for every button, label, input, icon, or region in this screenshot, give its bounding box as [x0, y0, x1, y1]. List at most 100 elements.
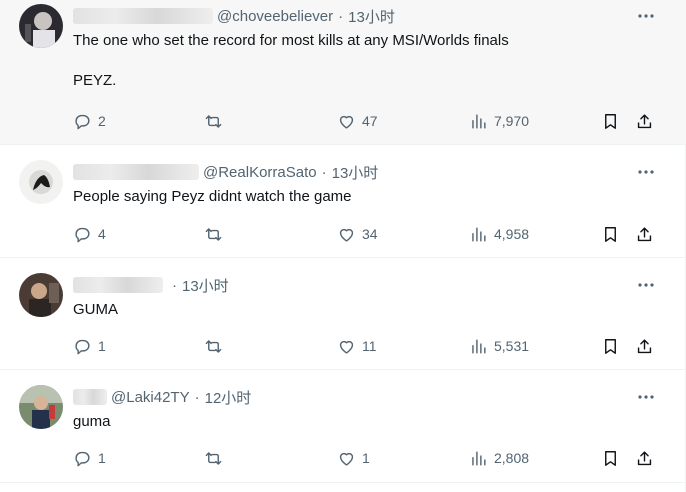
share-button[interactable] [635, 448, 660, 468]
like-button[interactable]: 47 [337, 111, 378, 131]
like-count: 47 [362, 113, 378, 129]
retweet-button[interactable] [204, 336, 229, 356]
retweet-icon [205, 114, 222, 128]
retweet-button[interactable] [204, 448, 229, 468]
like-count: 11 [362, 338, 377, 354]
tweet[interactable]: @Laki42TY · 12小时 guma 1 1 2,808 [0, 370, 686, 483]
avatar[interactable] [19, 385, 63, 429]
user-handle[interactable]: @Laki42TY [111, 389, 190, 406]
reply-button[interactable]: 1 [73, 448, 106, 468]
tweet-text: The one who set the record for most kill… [73, 32, 509, 89]
tweet-text: GUMA [73, 301, 118, 318]
timestamp[interactable]: 13小时 [182, 275, 229, 296]
more-icon[interactable] [636, 6, 656, 26]
retweet-icon [205, 451, 222, 465]
action-bar: 4 34 4,958 [73, 224, 663, 244]
reply-icon [75, 114, 90, 129]
user-handle[interactable]: @choveebeliever [217, 8, 333, 25]
separator-dot: · [172, 276, 177, 294]
action-bar: 1 1 2,808 [73, 448, 663, 468]
more-icon[interactable] [636, 387, 656, 407]
share-icon [637, 450, 652, 465]
heart-icon [339, 452, 354, 466]
user-handle[interactable]: @RealKorraSato [203, 164, 317, 181]
retweet-button[interactable] [204, 111, 229, 131]
reply-count: 1 [98, 450, 106, 466]
like-button[interactable]: 1 [337, 448, 370, 468]
reply-button[interactable]: 4 [73, 224, 106, 244]
separator-dot: · [321, 163, 327, 181]
reply-icon [75, 451, 90, 466]
tweet-header: · 13小时 [73, 275, 229, 295]
bookmark-icon [605, 226, 616, 242]
tweet-header: @Laki42TY · 12小时 [73, 387, 251, 407]
views-button[interactable]: 4,958 [469, 224, 529, 244]
views-button[interactable]: 5,531 [469, 336, 529, 356]
reply-count: 4 [98, 226, 106, 242]
share-icon [637, 226, 652, 241]
timestamp[interactable]: 13小时 [348, 6, 395, 27]
reply-icon [75, 339, 90, 354]
reply-button[interactable]: 2 [73, 111, 106, 131]
more-icon[interactable] [636, 162, 656, 182]
bar-chart-icon [472, 450, 486, 466]
view-count: 2,808 [494, 450, 530, 466]
tweet-header: @RealKorraSato · 13小时 [73, 162, 378, 182]
bookmark-icon [605, 450, 616, 466]
tweet[interactable]: · 13小时 GUMA 1 11 5,531 [0, 258, 686, 370]
timestamp[interactable]: 12小时 [205, 387, 252, 408]
retweet-icon [205, 227, 222, 241]
reply-feed: @choveebeliever · 13小时 The one who set t… [0, 0, 686, 492]
heart-icon [339, 115, 354, 129]
retweet-icon [205, 339, 222, 353]
bar-chart-icon [472, 338, 486, 354]
bookmark-button[interactable] [601, 111, 626, 131]
tweet[interactable]: @RealKorraSato · 13小时 People saying Peyz… [0, 145, 686, 258]
like-button[interactable]: 11 [337, 336, 377, 356]
share-button[interactable] [635, 336, 660, 356]
views-button[interactable]: 7,970 [469, 111, 529, 131]
avatar[interactable] [19, 4, 63, 48]
heart-icon [339, 228, 354, 242]
reply-count: 1 [98, 338, 106, 354]
tweet[interactable]: @choveebeliever · 13小时 The one who set t… [0, 0, 686, 145]
reply-button[interactable]: 1 [73, 336, 106, 356]
separator-dot: · [194, 388, 200, 406]
like-button[interactable]: 34 [337, 224, 378, 244]
action-bar: 1 11 5,531 [73, 336, 663, 356]
reply-icon [75, 227, 90, 242]
share-icon [637, 338, 652, 353]
more-icon[interactable] [636, 275, 656, 295]
action-bar: 2 47 7,970 [73, 111, 663, 131]
timestamp[interactable]: 13小时 [332, 162, 379, 183]
bookmark-button[interactable] [601, 336, 626, 356]
bookmark-button[interactable] [601, 224, 626, 244]
bookmark-button[interactable] [601, 448, 626, 468]
share-button[interactable] [635, 111, 660, 131]
bar-chart-icon [472, 113, 486, 129]
views-button[interactable]: 2,808 [469, 448, 529, 468]
reply-count: 2 [98, 113, 106, 129]
like-count: 1 [362, 450, 370, 466]
retweet-button[interactable] [204, 224, 229, 244]
tweet-header: @choveebeliever · 13小时 [73, 6, 395, 26]
like-count: 34 [362, 226, 378, 242]
bookmark-icon [605, 113, 616, 129]
tweet-text: guma [73, 413, 111, 430]
avatar[interactable] [19, 273, 63, 317]
separator-dot: · [338, 7, 344, 25]
view-count: 7,970 [494, 113, 530, 129]
blurred-display-name [73, 8, 213, 24]
avatar[interactable] [19, 160, 63, 204]
share-icon [637, 113, 652, 128]
view-count: 5,531 [494, 338, 530, 354]
blurred-display-name [73, 277, 163, 293]
bar-chart-icon [472, 226, 486, 242]
blurred-display-name [73, 389, 107, 405]
bookmark-icon [605, 338, 616, 354]
share-button[interactable] [635, 224, 660, 244]
view-count: 4,958 [494, 226, 530, 242]
heart-icon [339, 340, 354, 354]
tweet-text: People saying Peyz didnt watch the game [73, 188, 352, 205]
blurred-display-name [73, 164, 199, 180]
